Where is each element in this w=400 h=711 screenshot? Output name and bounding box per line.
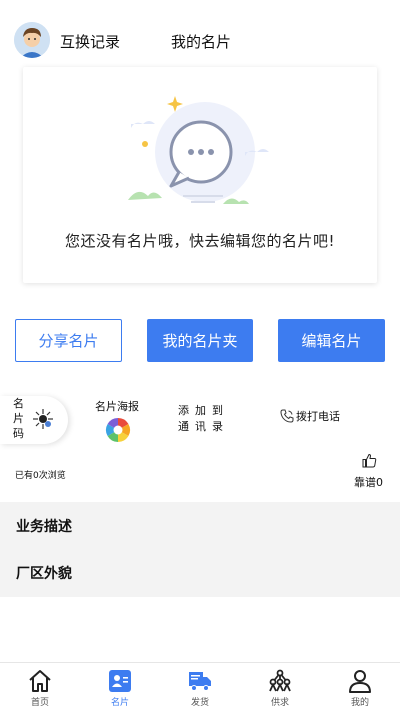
tab-supply-demand-label: 供求 — [270, 698, 289, 708]
aperture-icon[interactable] — [105, 417, 131, 443]
card-qr-label: 名片码 — [13, 397, 24, 440]
truck-icon — [189, 672, 211, 691]
tab-my-card[interactable]: 我的名片 — [171, 31, 231, 52]
tab-card[interactable]: 名片 — [80, 663, 160, 711]
share-card-button[interactable]: 分享名片 — [15, 319, 122, 362]
card-icon — [109, 670, 131, 692]
tab-card-label: 名片 — [110, 698, 129, 708]
card-folder-button[interactable]: 我的名片夹 — [147, 319, 253, 362]
tab-mine-label: 我的 — [350, 698, 369, 708]
edit-card-button[interactable]: 编辑名片 — [278, 319, 385, 362]
tab-exchange-records[interactable]: 互换记录 — [60, 31, 120, 52]
top-header: 互换记录 我的名片 — [0, 0, 400, 64]
call-button[interactable]: 拨打电话 — [280, 408, 340, 424]
tab-home-label: 首页 — [30, 698, 49, 708]
thumbs-up-icon[interactable] — [362, 453, 377, 468]
empty-chat-illustration — [128, 96, 269, 204]
add-to-contacts-button[interactable]: 添加到通讯录 — [178, 403, 232, 435]
bottom-tab-bar: 首页 名片 发货 供求 我的 — [0, 662, 400, 711]
business-description-title: 业务描述 — [16, 519, 72, 535]
phone-icon — [280, 409, 294, 423]
tab-shipping[interactable]: 发货 — [160, 663, 240, 711]
view-count: 已有0次浏览 — [15, 471, 66, 481]
tab-mine[interactable]: 我的 — [320, 663, 400, 711]
like-count[interactable]: 靠谱0 — [354, 474, 383, 490]
card-poster-label[interactable]: 名片海报 — [95, 398, 139, 414]
avatar[interactable] — [14, 22, 50, 58]
empty-card-panel: 您还没有名片哦，快去编辑您的名片吧! — [23, 67, 377, 283]
empty-message: 您还没有名片哦，快去编辑您的名片吧! — [64, 232, 335, 250]
tab-shipping-label: 发货 — [190, 698, 209, 708]
tab-supply-demand[interactable]: 供求 — [240, 663, 320, 711]
tab-home[interactable]: 首页 — [0, 663, 80, 711]
network-icon — [269, 669, 291, 692]
factory-appearance-title: 厂区外貌 — [16, 566, 72, 582]
user-icon — [349, 670, 371, 693]
call-label: 拨打电话 — [296, 410, 340, 423]
qr-sparkle-icon — [33, 409, 53, 429]
home-icon — [29, 670, 51, 692]
